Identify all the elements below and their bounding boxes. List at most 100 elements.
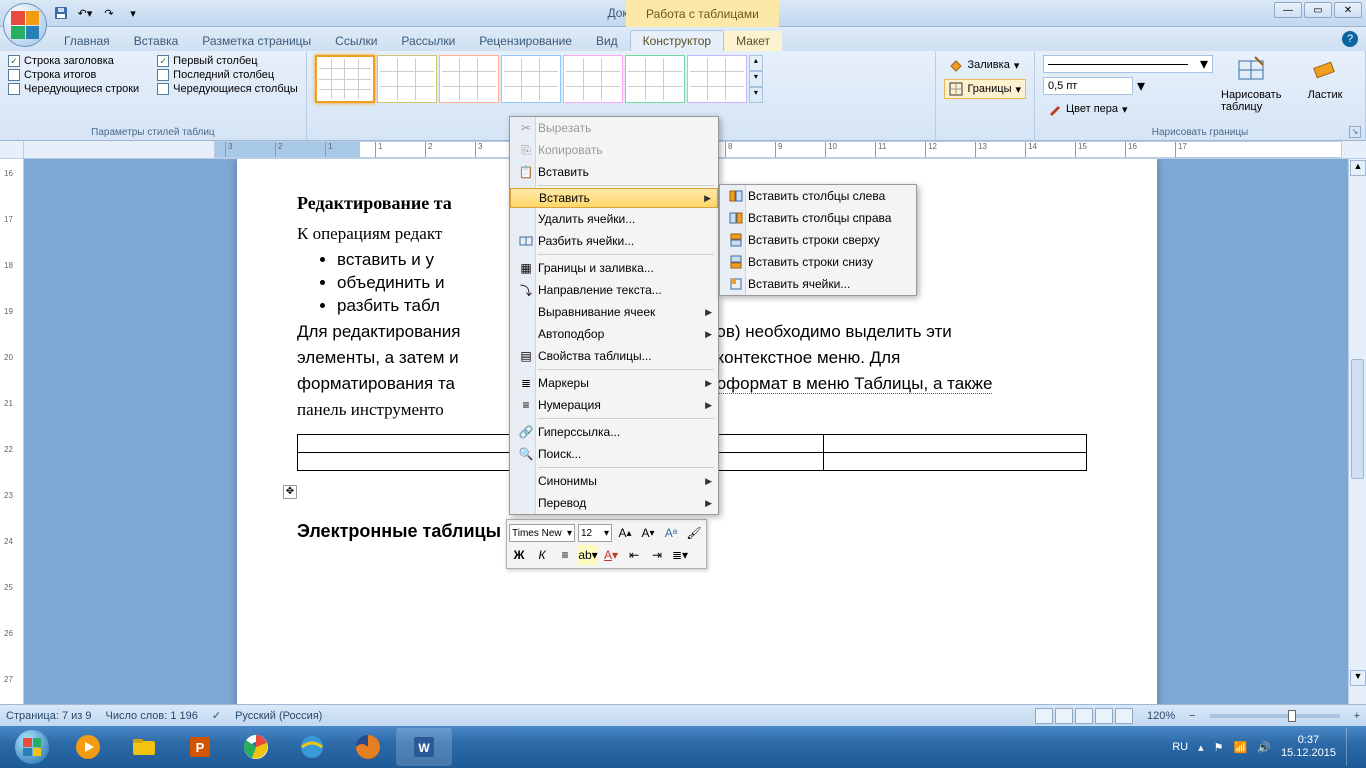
ctx-copy[interactable]: ⎘Копировать bbox=[510, 139, 718, 161]
bold-icon[interactable]: Ж bbox=[509, 545, 529, 565]
decrease-indent-icon[interactable]: ⇤ bbox=[624, 545, 644, 565]
ctx-text-direction[interactable]: ⤵Направление текста... bbox=[510, 279, 718, 301]
chk-total-row[interactable]: Строка итогов bbox=[8, 69, 139, 81]
tab-home[interactable]: Главная bbox=[52, 31, 122, 51]
mini-font-select[interactable]: Times New▾ bbox=[509, 524, 575, 542]
ctx-paste[interactable]: 📋Вставить bbox=[510, 161, 718, 183]
table-style-5[interactable] bbox=[563, 55, 623, 103]
zoom-level[interactable]: 120% bbox=[1147, 710, 1175, 722]
ctx-insert-rows-above[interactable]: Вставить строки сверху bbox=[720, 229, 916, 251]
ctx-insert[interactable]: Вставить▶ bbox=[510, 188, 718, 208]
table-style-1[interactable] bbox=[315, 55, 375, 103]
tray-language[interactable]: RU bbox=[1172, 741, 1188, 753]
tab-mailings[interactable]: Рассылки bbox=[389, 31, 467, 51]
chk-last-col[interactable]: Последний столбец bbox=[157, 69, 298, 81]
minimize-button[interactable]: — bbox=[1274, 2, 1302, 18]
increase-indent-icon[interactable]: ⇥ bbox=[647, 545, 667, 565]
ctx-synonyms[interactable]: Синонимы▶ bbox=[510, 470, 718, 492]
table-style-4[interactable] bbox=[501, 55, 561, 103]
show-desktop-button[interactable] bbox=[1346, 728, 1356, 766]
ctx-translate[interactable]: Перевод▶ bbox=[510, 492, 718, 514]
task-explorer[interactable] bbox=[116, 728, 172, 766]
eraser-button[interactable]: Ластик bbox=[1293, 55, 1357, 101]
task-chrome[interactable] bbox=[228, 728, 284, 766]
qat-customize-icon[interactable]: ▾ bbox=[124, 4, 142, 22]
table-style-7[interactable] bbox=[687, 55, 747, 103]
tab-layout[interactable]: Макет bbox=[724, 31, 782, 51]
ctx-hyperlink[interactable]: 🔗Гиперссылка... bbox=[510, 421, 718, 443]
ctx-insert-cols-left[interactable]: Вставить столбцы слева bbox=[720, 185, 916, 207]
vertical-scrollbar[interactable]: ▲ ▼ bbox=[1348, 159, 1366, 726]
table-style-scroll[interactable]: ▴▾▾ bbox=[749, 55, 763, 103]
highlight-icon[interactable]: ab▾ bbox=[578, 545, 598, 565]
shading-button[interactable]: Заливка ▾ bbox=[944, 55, 1026, 75]
tray-clock[interactable]: 0:3715.12.2015 bbox=[1281, 734, 1336, 760]
group-launcher-icon[interactable]: ↘ bbox=[1349, 126, 1361, 138]
maximize-button[interactable]: ▭ bbox=[1304, 2, 1332, 18]
ctx-lookup[interactable]: 🔍Поиск... bbox=[510, 443, 718, 465]
tab-page-layout[interactable]: Разметка страницы bbox=[190, 31, 323, 51]
redo-icon[interactable]: ↷ bbox=[100, 4, 118, 22]
ctx-split-cells[interactable]: Разбить ячейки... bbox=[510, 230, 718, 252]
ctx-bullets[interactable]: ≣Маркеры▶ bbox=[510, 372, 718, 394]
save-icon[interactable] bbox=[52, 4, 70, 22]
task-media-player[interactable] bbox=[60, 728, 116, 766]
tray-show-hidden-icon[interactable]: ▴ bbox=[1198, 741, 1204, 754]
font-color-icon[interactable]: A▾ bbox=[601, 545, 621, 565]
close-button[interactable]: ✕ bbox=[1334, 2, 1362, 18]
table-move-handle[interactable]: ✥ bbox=[283, 485, 297, 499]
undo-icon[interactable]: ↶▾ bbox=[76, 4, 94, 22]
ctx-insert-rows-below[interactable]: Вставить строки снизу bbox=[720, 251, 916, 273]
mini-size-select[interactable]: 12▾ bbox=[578, 524, 612, 542]
status-words[interactable]: Число слов: 1 196 bbox=[106, 710, 198, 722]
task-word[interactable]: W bbox=[396, 728, 452, 766]
office-button[interactable] bbox=[3, 3, 47, 47]
chk-banded-cols[interactable]: Чередующиеся столбцы bbox=[157, 83, 298, 95]
view-print-layout[interactable] bbox=[1035, 708, 1053, 724]
ctx-cut[interactable]: ✂Вырезать bbox=[510, 117, 718, 139]
tab-review[interactable]: Рецензирование bbox=[467, 31, 584, 51]
status-language[interactable]: Русский (Россия) bbox=[235, 710, 322, 722]
help-icon[interactable]: ? bbox=[1342, 31, 1358, 47]
tray-flag-icon[interactable]: ⚑ bbox=[1214, 741, 1224, 754]
tab-view[interactable]: Вид bbox=[584, 31, 630, 51]
chk-banded-rows[interactable]: Чередующиеся строки bbox=[8, 83, 139, 95]
scroll-up-icon[interactable]: ▲ bbox=[1350, 160, 1366, 176]
table-style-6[interactable] bbox=[625, 55, 685, 103]
view-draft[interactable] bbox=[1115, 708, 1133, 724]
italic-icon[interactable]: К bbox=[532, 545, 552, 565]
task-firefox[interactable] bbox=[340, 728, 396, 766]
ctx-delete-cells[interactable]: Удалить ячейки... bbox=[510, 208, 718, 230]
format-painter-icon[interactable]: 🖌 bbox=[684, 523, 704, 543]
tray-volume-icon[interactable]: 🔊 bbox=[1257, 741, 1271, 754]
chk-first-col[interactable]: Первый столбец bbox=[157, 55, 298, 67]
pen-color-button[interactable]: Цвет пера ▾ bbox=[1043, 99, 1213, 119]
ctx-autofit[interactable]: Автоподбор▶ bbox=[510, 323, 718, 345]
task-ie[interactable] bbox=[284, 728, 340, 766]
tab-insert[interactable]: Вставка bbox=[122, 31, 191, 51]
ctx-numbering[interactable]: ≡Нумерация▶ bbox=[510, 394, 718, 416]
shrink-font-icon[interactable]: A▾ bbox=[638, 523, 658, 543]
ctx-insert-cols-right[interactable]: Вставить столбцы справа bbox=[720, 207, 916, 229]
status-proofing-icon[interactable]: ✓ bbox=[212, 709, 221, 722]
start-button[interactable] bbox=[4, 728, 60, 766]
draw-table-button[interactable]: Нарисовать таблицу bbox=[1221, 55, 1285, 113]
center-icon[interactable]: ≡ bbox=[555, 545, 575, 565]
ctx-table-properties[interactable]: ▤Свойства таблицы... bbox=[510, 345, 718, 367]
view-outline[interactable] bbox=[1095, 708, 1113, 724]
styles-icon[interactable]: Aᵃ bbox=[661, 523, 681, 543]
scroll-thumb[interactable] bbox=[1351, 359, 1364, 479]
table-style-3[interactable] bbox=[439, 55, 499, 103]
task-powerpoint[interactable]: P bbox=[172, 728, 228, 766]
chk-header-row[interactable]: Строка заголовка bbox=[8, 55, 139, 67]
ctx-cell-alignment[interactable]: Выравнивание ячеек▶ bbox=[510, 301, 718, 323]
grow-font-icon[interactable]: A▴ bbox=[615, 523, 635, 543]
zoom-in-icon[interactable]: + bbox=[1354, 710, 1360, 722]
zoom-out-icon[interactable]: − bbox=[1189, 710, 1195, 722]
tab-design[interactable]: Конструктор bbox=[630, 30, 724, 51]
pen-style-select[interactable]: ▾ bbox=[1043, 55, 1213, 73]
status-page[interactable]: Страница: 7 из 9 bbox=[6, 710, 92, 722]
tab-references[interactable]: Ссылки bbox=[323, 31, 389, 51]
view-web-layout[interactable] bbox=[1075, 708, 1093, 724]
bullets-icon[interactable]: ≣▾ bbox=[670, 545, 690, 565]
